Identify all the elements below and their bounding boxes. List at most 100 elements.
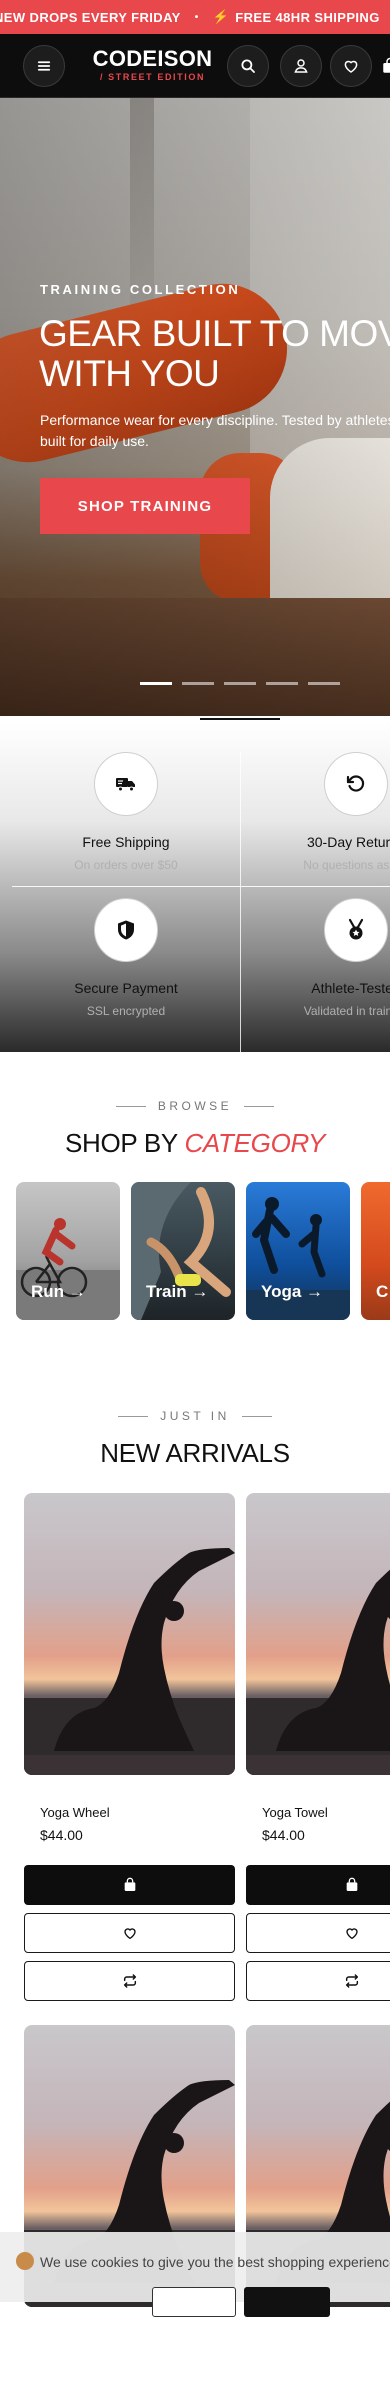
- cookie-banner: We use cookies to give you the best shop…: [0, 2232, 390, 2317]
- announcement-item: NEW DROPS EVERY FRIDAY: [0, 9, 181, 25]
- hero-scroll-indicator: [200, 718, 280, 720]
- product-price: $44.00: [262, 1827, 305, 1843]
- product-name[interactable]: Yoga Towel: [262, 1805, 328, 1820]
- feature-item: 30-Day Returns No questions asked: [266, 752, 390, 872]
- account-button[interactable]: [280, 45, 322, 87]
- hero-banner: TRAINING COLLECTION GEAR BUILT TO MOVE W…: [0, 98, 390, 716]
- hamburger-icon: [37, 61, 51, 71]
- logo-tagline: / STREET EDITION: [99, 72, 206, 82]
- product-card: Yoga Towel $44.00: [246, 1493, 390, 2001]
- features-section: Free Shipping On orders over $50 30-Day …: [0, 722, 390, 1052]
- menu-button[interactable]: [23, 45, 65, 87]
- compare-icon: [345, 1974, 358, 1988]
- category-label: Run →: [31, 1282, 86, 1301]
- category-label: Train →: [146, 1282, 209, 1301]
- feature-item: Athlete-Tested Validated in training: [266, 898, 390, 1018]
- medal-icon: [324, 898, 388, 962]
- slider-dot[interactable]: [182, 682, 214, 685]
- section-eyebrow: JUST IN: [0, 1409, 390, 1423]
- cookie-message: We use cookies to give you the best shop…: [40, 2254, 390, 2270]
- user-icon: [294, 59, 308, 73]
- slider-dot[interactable]: [308, 682, 340, 685]
- rotate-ccw-icon: [324, 752, 388, 816]
- bag-icon: [124, 1877, 135, 1891]
- feature-title: Free Shipping: [82, 834, 170, 850]
- shield-icon: [94, 898, 158, 962]
- product-photo: [24, 1548, 235, 1775]
- slider-dot[interactable]: [140, 682, 172, 685]
- heart-icon: [344, 60, 358, 73]
- section-title-accent: CATEGORY: [184, 1128, 326, 1158]
- announcement-item: FREE 48HR SHIPPING: [235, 9, 380, 25]
- feature-item: Secure Payment SSL encrypted: [36, 898, 216, 1018]
- add-to-wishlist-button[interactable]: [24, 1913, 235, 1953]
- hero-title-line: GEAR BUILT TO MOVE: [39, 313, 390, 354]
- announcement-bar: NEW DROPS EVERY FRIDAY • ⚡ FREE 48HR SHI…: [0, 0, 390, 34]
- feature-subtitle: SSL encrypted: [86, 1004, 166, 1018]
- heart-icon: [123, 1928, 136, 1939]
- cart-button[interactable]: [380, 45, 390, 87]
- hero-overlay: [0, 98, 390, 716]
- hero-description-line: built for daily use.: [40, 433, 149, 449]
- compare-button[interactable]: [246, 1961, 390, 2001]
- product-image[interactable]: [24, 1493, 235, 1775]
- cookie-accept-button[interactable]: [244, 2287, 330, 2317]
- feature-subtitle: On orders over $50: [74, 858, 178, 872]
- search-button[interactable]: [227, 45, 269, 87]
- feature-item: Free Shipping On orders over $50: [36, 752, 216, 872]
- feature-subtitle: No questions asked: [303, 858, 390, 872]
- logo[interactable]: CODEISON / STREET EDITION: [90, 46, 215, 83]
- eyebrow-text: JUST IN: [160, 1409, 230, 1423]
- bolt-icon: ⚡: [212, 9, 230, 24]
- category-label: C: [376, 1282, 389, 1301]
- search-icon: [241, 59, 255, 73]
- product-image[interactable]: [246, 1493, 390, 1775]
- category-card-run[interactable]: Run →: [16, 1182, 120, 1320]
- cookie-decline-button[interactable]: [152, 2287, 236, 2317]
- section-eyebrow: BROWSE: [0, 1099, 390, 1113]
- category-card-train[interactable]: Train →: [131, 1182, 235, 1320]
- bag-icon: [383, 57, 390, 73]
- divider: [241, 1415, 272, 1417]
- logo-wordmark: CODEISON: [92, 46, 213, 71]
- product-name[interactable]: Yoga Wheel: [40, 1805, 110, 1820]
- category-card-more[interactable]: C: [361, 1182, 390, 1320]
- eyebrow-text: BROWSE: [157, 1099, 233, 1113]
- add-to-wishlist-button[interactable]: [246, 1913, 390, 1953]
- product-card: Yoga Wheel $44.00: [24, 1493, 235, 2001]
- category-label: Yoga →: [261, 1282, 324, 1301]
- section-title: NEW ARRIVALS: [100, 1438, 290, 1468]
- category-card-yoga[interactable]: Yoga →: [246, 1182, 350, 1320]
- shop-training-button[interactable]: SHOP TRAINING: [40, 478, 250, 534]
- section-title-text: SHOP BY: [64, 1128, 178, 1158]
- section-title: SHOP BY CATEGORY: [0, 1128, 390, 1159]
- add-to-cart-button[interactable]: [24, 1865, 235, 1905]
- category-carousel: Run → Train → Yoga → C: [16, 1182, 390, 1320]
- divider: [118, 1415, 149, 1417]
- heart-icon: [345, 1928, 358, 1939]
- hero-description-line: Performance wear for every discipline. T…: [40, 412, 390, 428]
- hero-description: Performance wear for every discipline. T…: [40, 410, 390, 452]
- divider: [12, 886, 390, 887]
- announcement-separator: •: [194, 11, 199, 23]
- slider-dot[interactable]: [266, 682, 298, 685]
- product-price: $44.00: [40, 1827, 83, 1843]
- truck-icon: [94, 752, 158, 816]
- feature-title: 30-Day Returns: [306, 834, 390, 850]
- page: NEW DROPS EVERY FRIDAY • ⚡ FREE 48HR SHI…: [0, 0, 390, 2400]
- slider-dots: [140, 682, 340, 685]
- add-to-cart-button[interactable]: [246, 1865, 390, 1905]
- compare-icon: [123, 1974, 136, 1988]
- feature-subtitle: Validated in training: [303, 1004, 390, 1018]
- product-photo: [246, 1569, 390, 1775]
- compare-button[interactable]: [24, 1961, 235, 2001]
- cookie-icon: [16, 2252, 34, 2270]
- wishlist-button[interactable]: [330, 45, 372, 87]
- divider: [244, 1105, 275, 1107]
- slider-dot[interactable]: [224, 682, 256, 685]
- bag-icon: [346, 1877, 357, 1891]
- feature-title: Secure Payment: [74, 980, 178, 996]
- feature-title: Athlete-Tested: [311, 980, 390, 996]
- hero-eyebrow: TRAINING COLLECTION: [40, 282, 241, 297]
- hero-title-line: WITH YOU: [39, 353, 220, 394]
